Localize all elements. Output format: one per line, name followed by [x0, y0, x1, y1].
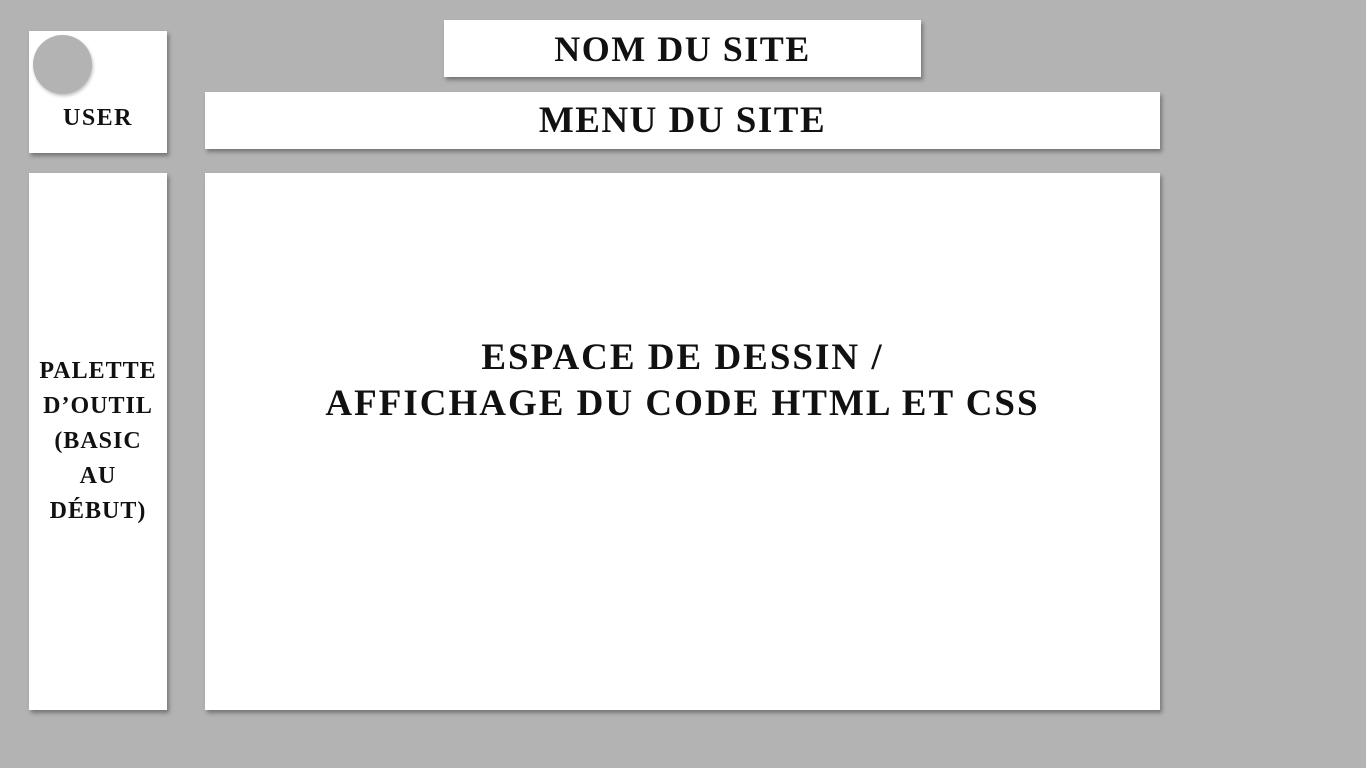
site-name-label: NOM DU SITE [554, 28, 811, 69]
user-avatar-icon[interactable] [33, 35, 92, 94]
wireframe-page: NOM DU SITE MENU DU SITE USER PALETTE D’… [0, 0, 1366, 768]
site-menu-bar[interactable]: MENU DU SITE [205, 92, 1160, 149]
site-name-banner[interactable]: NOM DU SITE [444, 20, 921, 77]
site-menu-label: MENU DU SITE [538, 100, 827, 141]
drawing-canvas-label: ESPACE DE DESSIN / AFFICHAGE DU CODE HTM… [325, 337, 1040, 424]
tool-palette[interactable]: PALETTE D’OUTIL (BASIC AU DÉBUT) [29, 173, 167, 710]
tool-palette-label: PALETTE D’OUTIL (BASIC AU DÉBUT) [39, 358, 157, 524]
user-panel[interactable]: USER [29, 31, 167, 153]
drawing-canvas-area[interactable]: ESPACE DE DESSIN / AFFICHAGE DU CODE HTM… [205, 173, 1160, 710]
user-label: USER [62, 105, 134, 131]
